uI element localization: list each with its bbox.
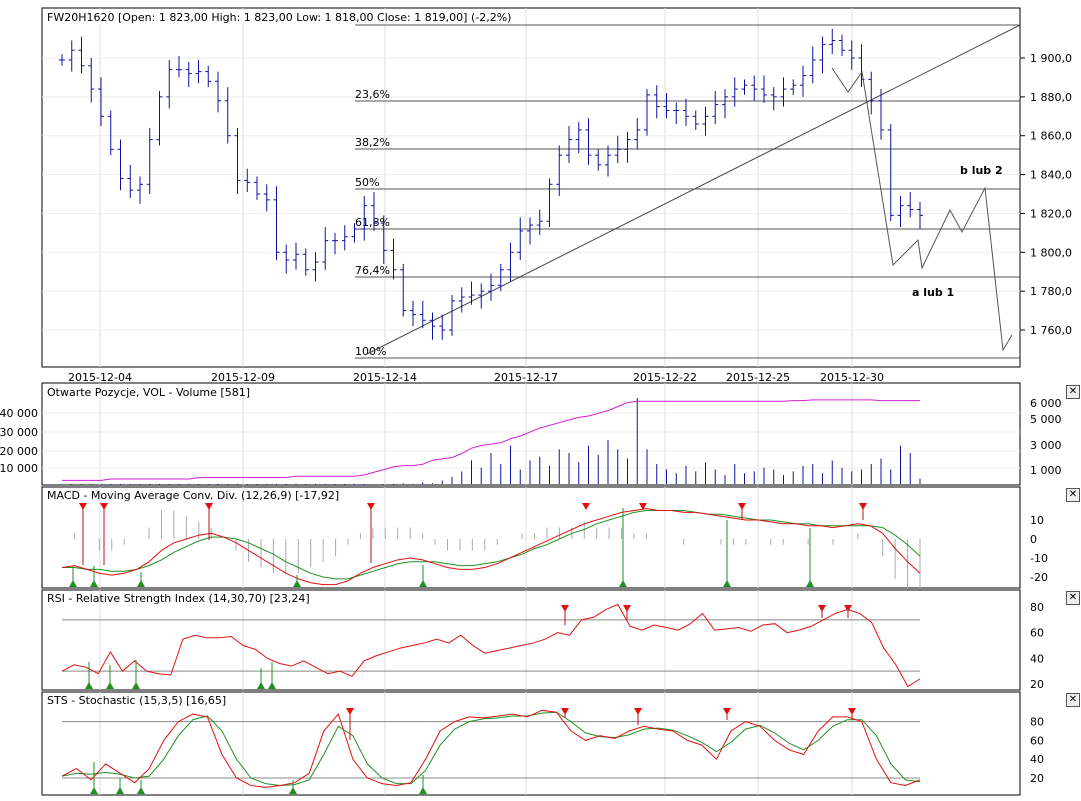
macd-panel [41,486,1021,589]
oi-tick-label: 3 000 [1030,439,1062,452]
fib-label: 76,4% [355,264,390,277]
fib-label: 23,6% [355,88,390,101]
rsi-tick-label: 60 [1030,627,1044,640]
date-label: 2015-12-17 [494,371,558,384]
instrument-title: FW20H1620 [Open: 1 823,00 High: 1 823,00… [47,11,511,24]
price-tick-label: 1 860,0 [1030,130,1072,143]
volume-tick-label: 30 000 [0,426,38,439]
sts-tick-label: 60 [1030,734,1044,747]
rsi-tick-label: 80 [1030,601,1044,614]
fib-label: 61,8% [355,216,390,229]
price-tick-label: 1 760,0 [1030,324,1072,337]
chart-canvas: 1 900,0 1 880,0 1 860,0 1 840,0 1 820,0 1 800… [0,7,1072,796]
price-tick-label: 1 780,0 [1030,285,1072,298]
date-label: 2015-12-04 [68,371,132,384]
macd-tick-label: 10 [1030,514,1044,527]
volume-tick-label: 10 000 [0,462,38,475]
rsi-tick-label: 20 [1030,678,1044,691]
price-tick-label: 1 840,0 [1030,169,1072,182]
annotation-a-lub-1: a lub 1 [912,286,954,299]
macd-tick-label: -20 [1030,571,1048,584]
date-label: 2015-12-09 [211,371,275,384]
macd-tick-label: 0 [1030,533,1037,546]
price-tick-label: 1 880,0 [1030,91,1072,104]
date-label: 2015-12-14 [353,371,417,384]
sts-tick-label: 40 [1030,753,1044,766]
date-label: 2015-12-30 [820,371,884,384]
close-volume-panel-button[interactable]: ✕ [1066,385,1080,399]
fib-label: 38,2% [355,136,390,149]
rsi-tick-label: 40 [1030,652,1044,665]
oi-tick-label: 1 000 [1030,464,1062,477]
close-sts-panel-button[interactable]: ✕ [1066,693,1080,707]
price-tick-label: 1 820,0 [1030,207,1072,220]
macd-tick-label: -10 [1030,552,1048,565]
sts-tick-label: 20 [1030,772,1044,785]
date-label: 2015-12-22 [633,371,697,384]
close-macd-panel-button[interactable]: ✕ [1066,488,1080,502]
price-tick-label: 1 900,0 [1030,52,1072,65]
oi-tick-label: 6 000 [1030,397,1062,410]
sts-panel-title: STS - Stochastic (15,3,5) [16,65] [47,694,226,707]
close-rsi-panel-button[interactable]: ✕ [1066,591,1080,605]
rsi-panel [41,589,1021,691]
date-label: 2015-12-25 [726,371,790,384]
oi-tick-label: 5 000 [1030,413,1062,426]
price-panel [41,7,1021,368]
price-tick-label: 1 800,0 [1030,246,1072,259]
volume-tick-label: 20 000 [0,445,38,458]
sts-tick-label: 80 [1030,716,1044,729]
macd-panel-title: MACD - Moving Average Conv. Div. (12,26,… [47,489,339,502]
annotation-b-lub-2: b lub 2 [960,164,1003,177]
fib-label: 50% [355,176,379,189]
volume-tick-label: 40 000 [0,407,38,420]
rsi-panel-title: RSI - Relative Strength Index (14,30,70)… [47,592,310,605]
sts-panel [41,691,1021,796]
volume-panel-title: Otwarte Pozycje, VOL - Volume [581] [47,386,250,399]
